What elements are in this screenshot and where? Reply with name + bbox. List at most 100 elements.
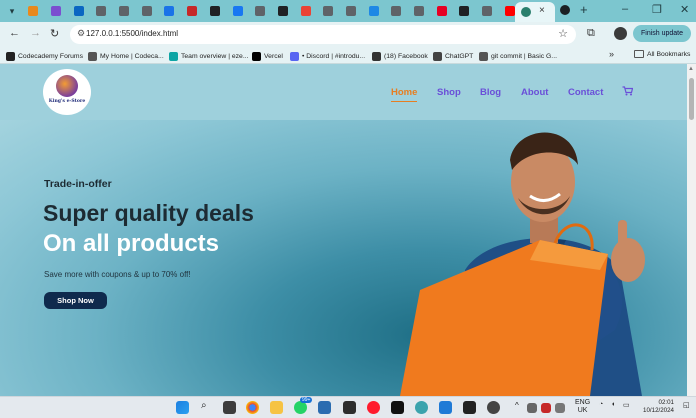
bookmark-favicon-icon — [433, 51, 442, 61]
notion-icon[interactable] — [391, 401, 404, 414]
tab-favicon-icon[interactable] — [113, 4, 136, 18]
minimize-button[interactable]: – — [622, 3, 628, 15]
wifi-icon[interactable]: ◔ — [599, 401, 603, 408]
active-tab-favicon-icon — [521, 7, 531, 17]
favicon-icon — [436, 6, 447, 16]
tab-favicon-icon[interactable] — [294, 4, 317, 18]
favicon-icon — [368, 6, 379, 16]
tab-favicon-icon[interactable] — [317, 4, 340, 18]
tab-favicon-icon[interactable] — [135, 4, 158, 18]
new-tab-button[interactable]: + — [580, 2, 588, 17]
tab-favicon-icon[interactable] — [340, 4, 363, 18]
favicon-icon — [459, 6, 470, 16]
tab-favicon-icon[interactable] — [249, 4, 272, 18]
battery-icon[interactable]: ▭ — [623, 401, 630, 409]
more-bookmarks-icon[interactable]: » — [609, 49, 614, 59]
vscode-icon[interactable] — [439, 401, 452, 414]
scroll-up-icon[interactable]: ▲ — [688, 66, 694, 72]
volume-icon[interactable]: ◖ — [611, 401, 615, 408]
extensions-icon[interactable]: ⧉ — [587, 27, 595, 40]
clock[interactable]: 02:01 10/12/2024 — [640, 399, 674, 415]
bookmark-item[interactable]: (18) Facebook — [372, 50, 428, 62]
tab-favicon-icon[interactable] — [22, 4, 45, 18]
page-scrollbar[interactable]: ▲ — [687, 64, 696, 396]
tray-app-icon[interactable] — [555, 403, 565, 413]
nav-contact[interactable]: Contact — [568, 87, 603, 98]
site-info-icon[interactable]: ⚙ — [77, 28, 85, 39]
url-text[interactable]: 127.0.0.1:5500/index.html — [86, 29, 178, 38]
bookmark-item[interactable]: Codecademy Forums — [6, 50, 83, 62]
reload-icon[interactable]: ↻ — [50, 27, 59, 40]
back-icon[interactable]: ← — [9, 27, 20, 39]
tab-favicon-icon[interactable] — [158, 4, 181, 18]
bookmark-star-icon[interactable]: ☆ — [558, 27, 568, 40]
task-view-icon[interactable] — [223, 401, 236, 414]
bookmark-item[interactable]: Team overview | eze... — [169, 50, 249, 62]
tab-favicon-icon[interactable] — [453, 4, 476, 18]
tab-favicon-icon[interactable] — [272, 4, 295, 18]
nav-blog[interactable]: Blog — [480, 87, 501, 98]
tab-favicon-icon[interactable] — [181, 4, 204, 18]
opera-icon[interactable] — [367, 401, 380, 414]
github-desktop-icon[interactable] — [487, 401, 500, 414]
chrome-icon[interactable] — [246, 401, 259, 414]
nav-home[interactable]: Home — [391, 87, 418, 102]
notifications-icon[interactable]: ◱ — [683, 401, 690, 409]
terminal-icon[interactable] — [343, 401, 356, 414]
start-button-icon[interactable] — [176, 401, 189, 414]
file-explorer-icon[interactable] — [270, 401, 283, 414]
favicon-icon — [51, 6, 62, 16]
tray-chevron-icon[interactable]: ^ — [515, 401, 519, 410]
globe-logo-icon — [56, 75, 78, 97]
tab-favicon-icon[interactable] — [362, 4, 385, 18]
language-indicator[interactable]: ENG UK — [575, 399, 590, 415]
favicon-icon — [209, 6, 220, 16]
tab-favicon-icon[interactable] — [204, 4, 227, 18]
all-bookmarks-button[interactable]: All Bookmarks — [634, 50, 690, 58]
tab-favicon-icon[interactable] — [476, 4, 499, 18]
tab-favicon-icon[interactable] — [45, 4, 68, 18]
favicon-icon — [391, 6, 402, 16]
tab-favicon-icon[interactable] — [90, 4, 113, 18]
forward-icon[interactable]: → — [30, 27, 41, 39]
nav-shop[interactable]: Shop — [437, 87, 461, 98]
bookmark-item[interactable]: git commit | Basic G... — [479, 50, 557, 62]
search-icon[interactable]: ⌕ — [201, 400, 207, 411]
finish-update-button[interactable]: Finish update — [633, 25, 691, 42]
bookmark-favicon-icon — [372, 51, 381, 61]
tray-app-icon[interactable] — [541, 403, 551, 413]
nav-about[interactable]: About — [521, 87, 548, 98]
shop-now-button[interactable]: Shop Now — [44, 292, 107, 309]
site-logo[interactable]: King's e-Store — [43, 69, 91, 115]
bookmark-item[interactable]: ChatGPT — [433, 50, 473, 62]
close-tab-icon[interactable]: × — [539, 5, 545, 16]
tab-favicon-icon[interactable] — [67, 4, 90, 18]
folder-icon — [634, 50, 644, 58]
tab-favicon-icon[interactable] — [385, 4, 408, 18]
tab-favicon-icon[interactable] — [408, 4, 431, 18]
capcut-icon[interactable] — [463, 401, 476, 414]
hero-model-image — [400, 132, 645, 396]
maximize-button[interactable]: ❐ — [652, 3, 662, 16]
hero-description: Save more with coupons & up to 70% off! — [44, 270, 191, 279]
tab-favicon-icon[interactable] — [430, 4, 453, 18]
bookmark-item[interactable]: My Home | Codeca... — [88, 50, 164, 62]
bookmark-item[interactable]: • Discord | #introdu... — [290, 50, 365, 62]
close-window-button[interactable]: ✕ — [680, 3, 689, 16]
cart-icon[interactable] — [622, 86, 633, 96]
tab-search-icon[interactable]: ▾ — [5, 4, 19, 18]
address-bar[interactable]: ⚙ 127.0.0.1:5500/index.html ☆ — [70, 25, 576, 44]
tab-favicon-icon[interactable] — [226, 4, 249, 18]
github-tab-icon[interactable] — [560, 5, 570, 15]
bookmark-favicon-icon — [169, 51, 178, 61]
chrome-active-icon[interactable] — [415, 401, 428, 414]
browser-toolbar: ← → ↻ ⚙ 127.0.0.1:5500/index.html ☆ ⧉ Fi… — [0, 22, 696, 46]
scrollbar-thumb[interactable] — [689, 78, 694, 120]
tab-active[interactable]: × — [515, 2, 555, 22]
store-icon[interactable] — [318, 401, 331, 414]
favicon-icon — [141, 6, 152, 16]
tray-app-icon[interactable] — [527, 403, 537, 413]
profile-avatar[interactable] — [614, 27, 627, 40]
bookmark-item[interactable]: Vercel — [252, 50, 283, 62]
taskbar: ⌕ 99+ ^ ENG UK ◔ ◖ ▭ 02:01 10/12/2024 ◱ — [0, 396, 696, 418]
